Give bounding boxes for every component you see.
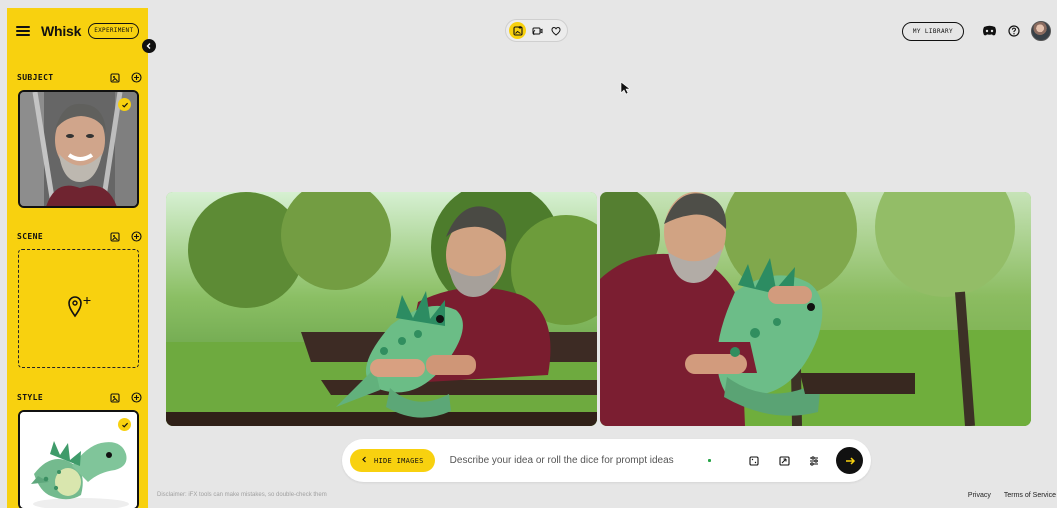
whisk-app: Whisk EXPERIMENT SUBJECT SCENE STYLE MY … — [0, 0, 1057, 508]
terms-of-service-link[interactable]: Terms of Service — [1004, 492, 1056, 499]
footer-links: Privacy Terms of Service — [968, 492, 1056, 499]
prompt-bar: HIDE IMAGES — [342, 439, 871, 482]
status-dot — [708, 459, 711, 462]
style-actions — [109, 392, 142, 403]
image-plus-icon[interactable] — [509, 22, 526, 39]
chevron-left-icon — [361, 456, 368, 465]
check-icon — [118, 98, 131, 111]
help-circle-icon[interactable] — [1006, 23, 1022, 39]
style-section-header: STYLE — [17, 390, 142, 405]
style-image-card[interactable] — [18, 410, 139, 508]
app-name: Whisk — [41, 23, 82, 39]
my-library-button[interactable]: MY LIBRARY — [901, 21, 964, 41]
image-icon[interactable] — [109, 72, 120, 83]
sidebar: Whisk EXPERIMENT SUBJECT SCENE STYLE — [7, 8, 148, 508]
arrow-right-icon[interactable] — [836, 447, 863, 474]
disclaimer-text: Disclaimer: iFX tools can make mistakes,… — [157, 492, 327, 498]
aspect-ratio-icon[interactable] — [774, 451, 794, 471]
user-avatar[interactable] — [1031, 21, 1051, 41]
scene-section-header: SCENE — [17, 229, 142, 244]
prompt-input[interactable] — [447, 454, 708, 467]
discord-icon[interactable] — [981, 23, 997, 39]
dice-icon[interactable] — [744, 451, 764, 471]
generated-image-2[interactable] — [600, 192, 1031, 426]
scene-dropzone[interactable] — [18, 249, 139, 368]
subject-image-card[interactable] — [18, 90, 139, 208]
check-icon — [118, 418, 131, 431]
image-icon[interactable] — [109, 231, 120, 242]
plus-circle-icon[interactable] — [131, 392, 142, 403]
experiment-badge: EXPERIMENT — [88, 23, 140, 39]
chevron-left-icon[interactable] — [142, 39, 156, 53]
location-pin-plus-icon — [64, 293, 94, 324]
subject-section-header: SUBJECT — [17, 70, 142, 85]
hide-images-button[interactable]: HIDE IMAGES — [350, 449, 435, 472]
brand-header: Whisk EXPERIMENT — [16, 20, 140, 42]
mode-switcher — [505, 19, 568, 42]
heart-icon[interactable] — [547, 22, 564, 39]
hamburger-icon[interactable] — [16, 26, 30, 36]
plus-circle-icon[interactable] — [131, 231, 142, 242]
scene-actions — [109, 231, 142, 242]
style-title: STYLE — [17, 393, 44, 402]
settings-sliders-icon[interactable] — [804, 451, 824, 471]
generated-image-art — [166, 192, 597, 426]
animate-icon[interactable] — [528, 22, 545, 39]
topbar-actions: MY LIBRARY — [901, 19, 1051, 43]
subject-actions — [109, 72, 142, 83]
plus-circle-icon[interactable] — [131, 72, 142, 83]
privacy-link[interactable]: Privacy — [968, 492, 991, 499]
scene-title: SCENE — [17, 232, 44, 241]
mouse-cursor-icon — [620, 81, 631, 95]
image-icon[interactable] — [109, 392, 120, 403]
hide-images-label: HIDE IMAGES — [374, 456, 424, 465]
generated-image-art — [600, 192, 1031, 426]
generated-image-1[interactable] — [166, 192, 597, 426]
subject-title: SUBJECT — [17, 73, 54, 82]
